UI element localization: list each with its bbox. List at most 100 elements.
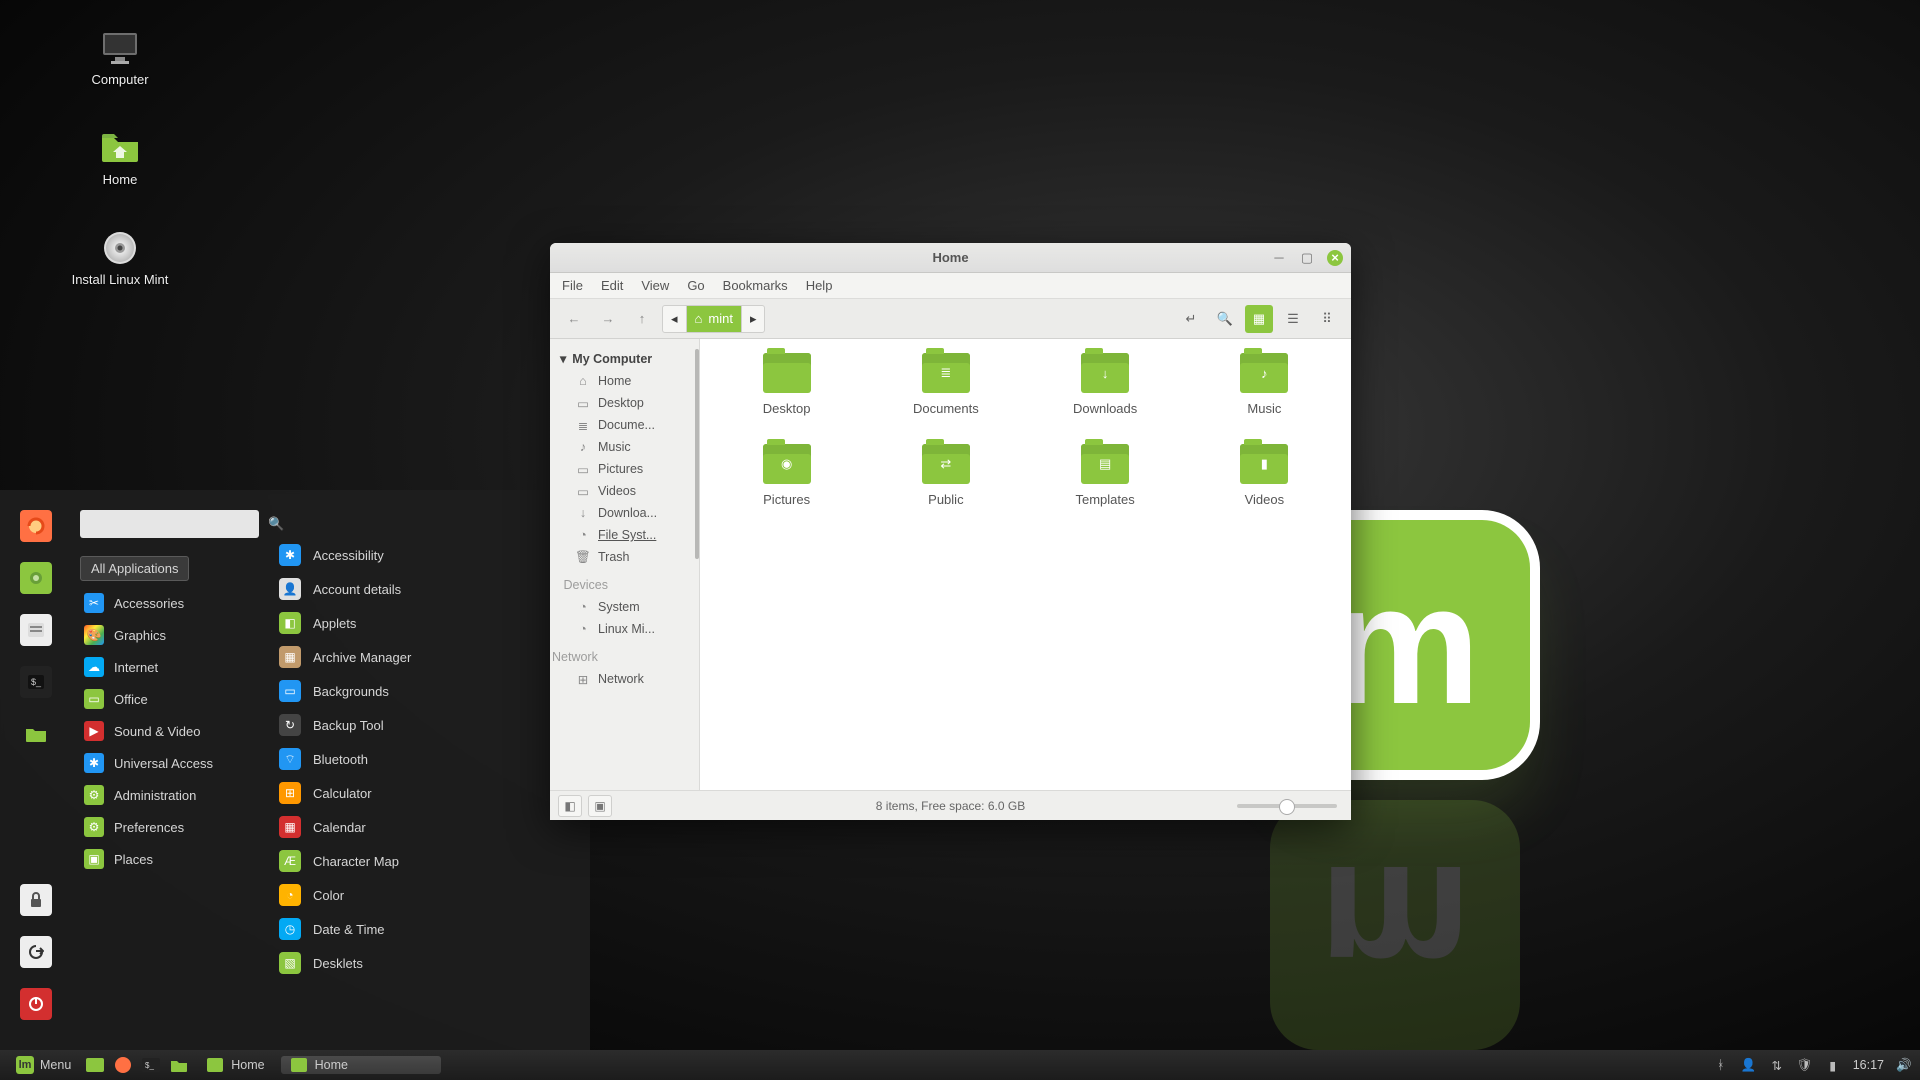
sidebar-section-devices[interactable]: Devices xyxy=(550,574,699,596)
pinned-terminal[interactable]: $_ xyxy=(139,1054,163,1076)
location-bar[interactable]: ◂ ⌂ mint ▸ xyxy=(662,305,765,333)
show-desktop-button[interactable] xyxy=(83,1054,107,1076)
all-applications-button[interactable]: All Applications xyxy=(80,556,189,581)
sidebar-item-music[interactable]: ♪Music xyxy=(550,436,699,458)
category-graphics[interactable]: 🎨Graphics xyxy=(80,619,259,651)
app-account-details[interactable]: 👤Account details xyxy=(275,572,582,606)
app-bluetooth[interactable]: ⌔Bluetooth xyxy=(275,742,582,776)
list-view-button[interactable]: ☰ xyxy=(1279,305,1307,333)
path-root-button[interactable]: ◂ xyxy=(663,306,687,332)
app-backup-tool[interactable]: ↻Backup Tool xyxy=(275,708,582,742)
firefox-icon[interactable] xyxy=(20,510,52,542)
folder-public[interactable]: ⇄Public xyxy=(871,444,1020,507)
toggle-location-button[interactable]: ↵ xyxy=(1177,305,1205,333)
taskbar-task[interactable]: Home xyxy=(197,1056,274,1074)
app-character-map[interactable]: ÆCharacter Map xyxy=(275,844,582,878)
pinned-files[interactable] xyxy=(167,1054,191,1076)
menu-bookmarks[interactable]: Bookmarks xyxy=(723,278,788,293)
path-expand-button[interactable]: ▸ xyxy=(742,306,765,332)
battery-tray-icon[interactable]: ▮ xyxy=(1825,1057,1841,1073)
sidebar-item-downloa[interactable]: ↓Downloa... xyxy=(550,502,699,524)
pinned-firefox[interactable] xyxy=(111,1054,135,1076)
compact-view-button[interactable]: ⠿ xyxy=(1313,305,1341,333)
sidebar-item-linuxmi[interactable]: ◔Linux Mi... xyxy=(550,618,699,640)
menu-button[interactable]: lm Menu xyxy=(8,1054,79,1076)
lock-icon[interactable] xyxy=(20,884,52,916)
sidebar-item-docume[interactable]: ≣Docume... xyxy=(550,414,699,436)
desktop-icon-install[interactable]: Install Linux Mint xyxy=(60,230,180,287)
up-button[interactable]: ↑ xyxy=(628,305,656,333)
software-manager-icon[interactable] xyxy=(20,562,52,594)
sidebar-item-home[interactable]: ⌂Home xyxy=(550,370,699,392)
menu-help[interactable]: Help xyxy=(806,278,833,293)
folder-desktop[interactable]: Desktop xyxy=(712,353,861,416)
app-archive-manager[interactable]: ▦Archive Manager xyxy=(275,640,582,674)
terminal-icon[interactable]: $_ xyxy=(20,666,52,698)
search-input[interactable] xyxy=(88,516,268,533)
home-folder-icon[interactable] xyxy=(20,718,52,750)
files-icon[interactable] xyxy=(20,614,52,646)
app-backgrounds[interactable]: ▭Backgrounds xyxy=(275,674,582,708)
menu-go[interactable]: Go xyxy=(687,278,704,293)
app-date-time[interactable]: ◷Date & Time xyxy=(275,912,582,946)
sidebar-item-system[interactable]: ◔System xyxy=(550,596,699,618)
network-tray-icon[interactable]: ⇅ xyxy=(1769,1057,1785,1073)
menu-file[interactable]: File xyxy=(562,278,583,293)
app-calculator[interactable]: ⊞Calculator xyxy=(275,776,582,810)
app-calendar[interactable]: ▦Calendar xyxy=(275,810,582,844)
power-icon[interactable] xyxy=(20,988,52,1020)
clock[interactable]: 16:17 xyxy=(1853,1058,1884,1072)
back-button[interactable]: ← xyxy=(560,305,588,333)
updates-tray-icon[interactable]: 🛡 xyxy=(1797,1057,1813,1073)
zoom-slider[interactable] xyxy=(1237,804,1337,808)
app-desklets[interactable]: ▧Desklets xyxy=(275,946,582,980)
category-universal-access[interactable]: ✱Universal Access xyxy=(80,747,259,779)
app-color[interactable]: ◔Color xyxy=(275,878,582,912)
sidebar-item-desktop[interactable]: ▭Desktop xyxy=(550,392,699,414)
user-tray-icon[interactable]: 👤 xyxy=(1741,1057,1757,1073)
sidebar-item-network[interactable]: ⊞Network xyxy=(550,668,699,690)
places-toggle-button[interactable]: ▣ xyxy=(588,795,612,817)
maximize-button[interactable]: ▢ xyxy=(1299,250,1315,266)
search-button[interactable]: 🔍 xyxy=(1211,305,1239,333)
volume-tray-icon[interactable]: 🔊 xyxy=(1896,1057,1912,1073)
category-places[interactable]: ▣Places xyxy=(80,843,259,875)
folder-pictures[interactable]: ◉Pictures xyxy=(712,444,861,507)
minimize-button[interactable]: ─ xyxy=(1271,250,1287,266)
forward-button[interactable]: → xyxy=(594,305,622,333)
sidebar-item-trash[interactable]: 🗑Trash xyxy=(550,546,699,568)
sidebar-item-filesyst[interactable]: ◔File Syst... xyxy=(550,524,699,546)
folder-templates[interactable]: ▤Templates xyxy=(1031,444,1180,507)
sidebar-section-computer[interactable]: ▾My Computer xyxy=(550,347,699,370)
icon-view-button[interactable]: ▦ xyxy=(1245,305,1273,333)
category-office[interactable]: ▭Office xyxy=(80,683,259,715)
folder-downloads[interactable]: ↓Downloads xyxy=(1031,353,1180,416)
category-preferences[interactable]: ⚙Preferences xyxy=(80,811,259,843)
app-applets[interactable]: ◧Applets xyxy=(275,606,582,640)
start-menu-search[interactable]: 🔍 xyxy=(80,510,259,538)
category-accessories[interactable]: ✂Accessories xyxy=(80,587,259,619)
desktop-icon-home[interactable]: Home xyxy=(60,130,180,187)
taskbar-task[interactable]: Home xyxy=(281,1056,441,1074)
category-internet[interactable]: ☁Internet xyxy=(80,651,259,683)
sidebar-item-pictures[interactable]: ▭Pictures xyxy=(550,458,699,480)
category-administration[interactable]: ⚙Administration xyxy=(80,779,259,811)
app-icon: ▭ xyxy=(279,680,301,702)
category-sound-video[interactable]: ▶Sound & Video xyxy=(80,715,259,747)
app-accessibility[interactable]: ✱Accessibility xyxy=(275,538,582,572)
desktop-icon-computer[interactable]: Computer xyxy=(60,30,180,87)
file-manager-content[interactable]: Desktop≣Documents↓Downloads♪Music ◉Pictur… xyxy=(700,339,1351,790)
close-button[interactable]: × xyxy=(1327,250,1343,266)
window-titlebar[interactable]: Home ─ ▢ × xyxy=(550,243,1351,273)
menu-view[interactable]: View xyxy=(641,278,669,293)
folder-music[interactable]: ♪Music xyxy=(1190,353,1339,416)
sidebar-item-videos[interactable]: ▭Videos xyxy=(550,480,699,502)
sidebar-section-network[interactable]: Network xyxy=(550,646,699,668)
sidebar-toggle-button[interactable]: ◧ xyxy=(558,795,582,817)
bluetooth-tray-icon[interactable]: ᚼ xyxy=(1713,1057,1729,1073)
path-segment-home[interactable]: ⌂ mint xyxy=(687,306,742,332)
logout-icon[interactable] xyxy=(20,936,52,968)
menu-edit[interactable]: Edit xyxy=(601,278,623,293)
folder-documents[interactable]: ≣Documents xyxy=(871,353,1020,416)
folder-videos[interactable]: ▮Videos xyxy=(1190,444,1339,507)
